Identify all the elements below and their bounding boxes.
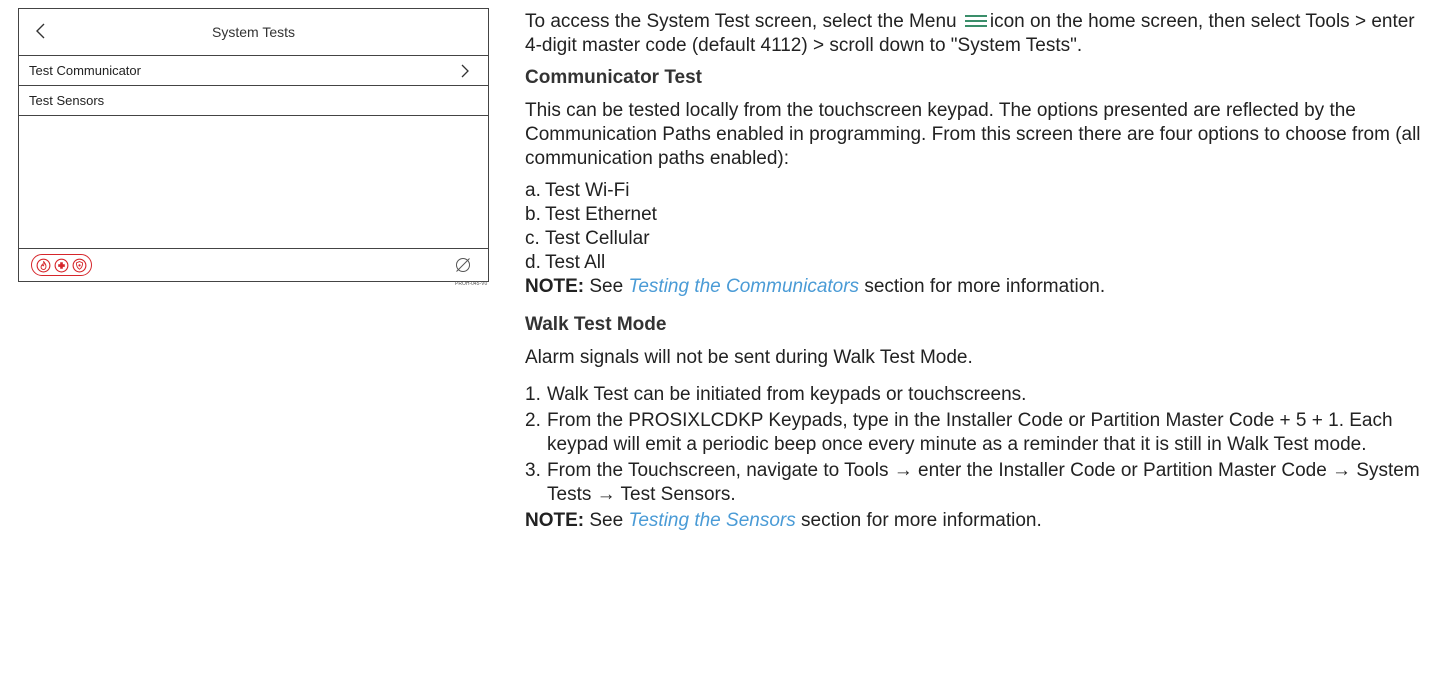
test-communicator-row[interactable]: Test Communicator	[19, 56, 488, 86]
screen-header: System Tests	[19, 9, 488, 56]
no-sign-icon[interactable]	[454, 256, 472, 274]
step-text: From the Touchscreen, navigate to Tools …	[547, 459, 1425, 507]
test-sensors-label: Test Sensors	[29, 93, 105, 108]
walk-test-body: Alarm signals will not be sent during Wa…	[525, 347, 973, 368]
arrow-right-icon: →	[893, 460, 913, 481]
option-label: c.	[525, 228, 540, 249]
step-number: 1.	[525, 384, 541, 405]
screen-title: System Tests	[212, 24, 295, 40]
option-text: Test Ethernet	[545, 204, 657, 225]
list-item: a. Test Wi-Fi	[525, 179, 1425, 203]
medical-cross-icon	[54, 258, 69, 272]
option-text: Test Cellular	[545, 228, 650, 249]
fire-icon	[36, 258, 51, 272]
emergency-button[interactable]	[31, 254, 92, 276]
intro-text-before: To access the System Test screen, select…	[525, 11, 957, 32]
walk-test-note: NOTE: See Testing the Sensors section fo…	[525, 509, 1425, 533]
list-item: c. Test Cellular	[525, 227, 1425, 251]
communicator-test-body: This can be tested locally from the touc…	[525, 100, 1421, 169]
test-sensors-row[interactable]: Test Sensors	[19, 86, 488, 116]
list-item: 3. From the Touchscreen, navigate to Tool…	[525, 459, 1425, 507]
communicator-test-heading: Communicator Test	[525, 67, 703, 88]
note-text: See	[584, 510, 629, 531]
list-item: 1. Walk Test can be initiated from keypad…	[525, 383, 1425, 407]
document-body: To access the System Test screen, select…	[525, 10, 1425, 533]
step-number: 3.	[525, 460, 541, 481]
walk-test-steps: 1. Walk Test can be initiated from keypad…	[525, 383, 1425, 507]
option-text: Test All	[545, 252, 606, 273]
arrow-right-icon: →	[1332, 460, 1352, 481]
step-text: Walk Test can be initiated from keypads …	[547, 384, 1027, 405]
chevron-left-icon[interactable]	[34, 21, 48, 41]
option-label: b.	[525, 204, 541, 225]
note-text: section for more information.	[859, 276, 1106, 297]
part-code: PROH-045-V0	[455, 281, 488, 287]
step-text-part: Test Sensors.	[615, 484, 736, 505]
list-item: 2. From the PROSIXLCDKP Keypads, type in …	[525, 409, 1425, 457]
note-label: NOTE:	[525, 276, 585, 297]
communicator-options-list: a. Test Wi-Fi b. Test Ethernet c. Test Cell…	[525, 179, 1425, 275]
intro-paragraph: To access the System Test screen, select…	[525, 10, 1425, 58]
note-text: See	[584, 276, 629, 297]
walk-test-heading: Walk Test Mode	[525, 314, 667, 335]
police-badge-icon	[72, 258, 87, 272]
option-label: a.	[525, 180, 541, 201]
testing-communicators-link[interactable]: Testing the Communicators	[628, 276, 859, 297]
system-tests-screen: System Tests Test Communicator Test Sens…	[18, 8, 489, 282]
option-text: Test Wi-Fi	[545, 180, 630, 201]
chevron-right-icon	[461, 64, 469, 77]
test-communicator-label: Test Communicator	[29, 63, 141, 78]
note-label: NOTE:	[525, 510, 585, 531]
communicator-note: NOTE: See Testing the Communicators sect…	[525, 275, 1425, 299]
testing-sensors-link[interactable]: Testing the Sensors	[628, 510, 795, 531]
menu-icon	[964, 15, 987, 27]
list-item: b. Test Ethernet	[525, 203, 1425, 227]
step-number: 2.	[525, 410, 541, 431]
list-item: d. Test All	[525, 251, 1425, 275]
step-text-part: From the Touchscreen, navigate to Tools	[547, 460, 894, 481]
step-text: From the PROSIXLCDKP Keypads, type in th…	[547, 410, 1393, 455]
note-text: section for more information.	[795, 510, 1042, 531]
option-label: d.	[525, 252, 541, 273]
screen-footer	[19, 248, 488, 281]
step-text-part: enter the Installer Code or Partition Ma…	[912, 460, 1333, 481]
arrow-right-icon: →	[596, 484, 616, 505]
